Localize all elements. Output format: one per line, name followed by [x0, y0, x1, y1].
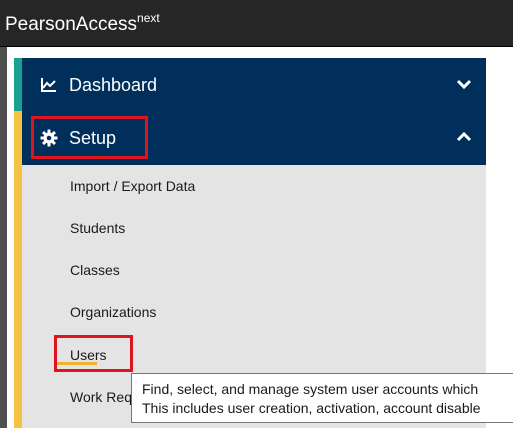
setup-accent-bar-top: [14, 111, 22, 165]
brand-name: PearsonAccess: [5, 14, 138, 35]
nav-item-label: Dashboard: [69, 75, 158, 95]
submenu-item-classes[interactable]: Classes: [70, 261, 120, 279]
nav-item-dashboard[interactable]: Dashboard: [14, 58, 486, 111]
users-tooltip: Find, select, and manage system user acc…: [131, 373, 513, 423]
brand-superscript: next: [137, 11, 160, 25]
highlight-setup: [31, 116, 148, 159]
submenu-item-import-export[interactable]: Import / Export Data: [70, 177, 195, 195]
highlight-users: [54, 335, 133, 372]
tooltip-line: This includes user creation, activation,…: [142, 400, 481, 416]
submenu-item-organizations[interactable]: Organizations: [70, 303, 156, 321]
app-brand[interactable]: PearsonAccessnext: [5, 11, 160, 36]
chevron-up-icon[interactable]: [456, 130, 472, 144]
dashboard-accent-bar: [14, 58, 22, 111]
submenu-item-students[interactable]: Students: [70, 219, 125, 237]
chevron-down-icon[interactable]: [456, 77, 472, 91]
line-chart-icon: [41, 78, 56, 92]
top-bar: PearsonAccessnext: [0, 0, 513, 47]
users-hover-underline: [57, 362, 97, 365]
tooltip-line: Find, select, and manage system user acc…: [142, 381, 479, 397]
